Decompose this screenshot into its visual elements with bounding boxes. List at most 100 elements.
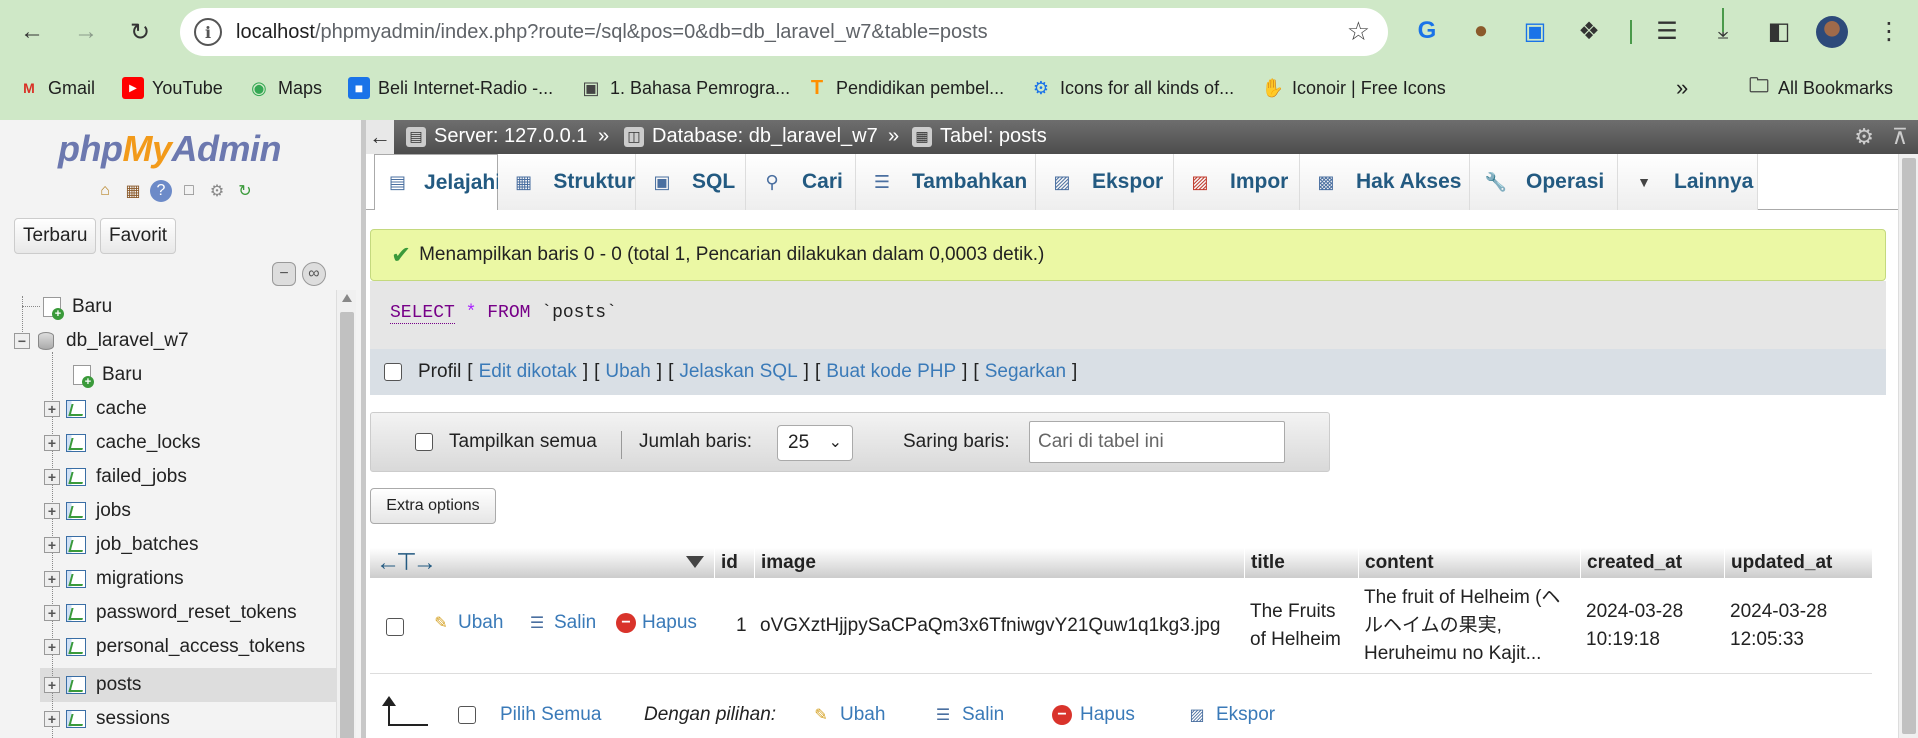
- filter-rows-input[interactable]: Cari di tabel ini: [1029, 421, 1285, 463]
- clipboard-extension-icon[interactable]: ▣: [1518, 14, 1552, 48]
- tab-structure[interactable]: ▦ Struktur: [498, 154, 636, 210]
- tab-more[interactable]: ▼ Lainnya: [1618, 154, 1758, 210]
- cell-content[interactable]: The fruit of Helheim (ヘ ルヘイムの果実, Heruheimu…: [1364, 584, 1560, 668]
- tab-export[interactable]: ▨ Ekspor: [1036, 154, 1174, 210]
- rows-per-page-select[interactable]: 25 ⌄: [777, 425, 853, 461]
- extra-options-button[interactable]: Extra options: [370, 488, 496, 524]
- row-delete-link[interactable]: − Hapus: [616, 612, 697, 634]
- forward-icon[interactable]: →: [68, 14, 104, 50]
- cell-created-at[interactable]: 2024-03-28 10:19:18: [1586, 598, 1683, 654]
- sql-query-display[interactable]: SELECT * FROM `posts`: [370, 281, 1886, 349]
- select-all-checkbox[interactable]: [458, 706, 476, 724]
- row-copy-link[interactable]: ☰ Salin: [526, 612, 596, 634]
- bulk-edit-button[interactable]: ✎ Ubah: [810, 704, 885, 726]
- tab-insert[interactable]: ☰ Tambahkan: [856, 154, 1036, 210]
- column-header-id[interactable]: id: [714, 548, 754, 578]
- expand-node-icon[interactable]: +: [44, 677, 60, 693]
- expand-node-icon[interactable]: +: [44, 503, 60, 519]
- url-text[interactable]: localhost/phpmyadmin/index.php?route=/sq…: [236, 21, 988, 44]
- column-header-title[interactable]: title: [1244, 548, 1358, 578]
- tree-item-new-table[interactable]: Baru: [72, 358, 142, 392]
- expand-node-icon[interactable]: +: [44, 401, 60, 417]
- help-icon[interactable]: ?: [150, 180, 172, 202]
- phpmyadmin-logo[interactable]: phpMyAdmin: [58, 128, 281, 170]
- tab-search[interactable]: ⚲ Cari: [746, 154, 856, 210]
- reload-icon[interactable]: ↻: [122, 14, 158, 50]
- cell-updated-at[interactable]: 2024-03-28 12:05:33: [1730, 598, 1827, 654]
- bookmark-bahasa[interactable]: ▣ 1. Bahasa Pemrogra...: [580, 74, 790, 102]
- panel-resizer[interactable]: [362, 120, 366, 738]
- column-resize-arrows-icon[interactable]: ←⊤→: [376, 548, 437, 577]
- expand-node-icon[interactable]: +: [44, 571, 60, 587]
- bookmark-radio[interactable]: ■ Beli Internet-Radio -...: [348, 74, 553, 102]
- main-scrollbar[interactable]: [1898, 154, 1918, 738]
- expand-node-icon[interactable]: +: [44, 469, 60, 485]
- profile-avatar[interactable]: [1816, 16, 1848, 48]
- bulk-export-button[interactable]: ▨ Ekspor: [1186, 704, 1275, 726]
- column-header-created-at[interactable]: created_at: [1580, 548, 1724, 578]
- bookmark-pendidikan[interactable]: T Pendidikan pembel...: [806, 74, 1004, 102]
- cell-id[interactable]: 1: [736, 612, 747, 640]
- side-panel-icon[interactable]: ◧: [1762, 14, 1796, 48]
- create-php-code-link[interactable]: Buat kode PHP: [826, 361, 956, 383]
- refresh-link[interactable]: Segarkan: [985, 361, 1066, 383]
- bulk-delete-button[interactable]: − Hapus: [1052, 704, 1135, 726]
- cell-title[interactable]: The Fruits of Helheim: [1250, 598, 1341, 654]
- select-all-toggle[interactable]: Pilih Semua: [458, 704, 601, 726]
- profiling-checkbox[interactable]: [384, 363, 402, 381]
- cookie-extension-icon[interactable]: ●: [1464, 14, 1498, 48]
- bookmark-youtube[interactable]: ▶ YouTube: [122, 74, 223, 102]
- tree-item-table[interactable]: + cache_locks: [44, 426, 201, 460]
- settings-gear-icon[interactable]: ⚙: [206, 180, 228, 202]
- menu-kebab-icon[interactable]: ⋮: [1872, 14, 1906, 48]
- tree-item-table[interactable]: + migrations: [44, 562, 184, 596]
- tree-item-table[interactable]: + job_batches: [44, 528, 198, 562]
- site-info-icon[interactable]: i: [194, 18, 222, 46]
- collapse-node-icon[interactable]: −: [14, 333, 30, 349]
- all-bookmarks[interactable]: 🗀 All Bookmarks: [1748, 74, 1893, 102]
- tree-item-table[interactable]: + sessions: [44, 702, 170, 736]
- expand-node-icon[interactable]: +: [44, 435, 60, 451]
- explain-sql-link[interactable]: Jelaskan SQL: [679, 361, 797, 383]
- crumb-table[interactable]: ▦ Tabel: posts: [912, 125, 1047, 148]
- tree-item-table[interactable]: + password_reset_tokens: [44, 596, 297, 630]
- collapse-topbar-icon[interactable]: ⊼: [1892, 124, 1908, 150]
- reload-nav-icon[interactable]: ↻: [234, 180, 256, 202]
- address-bar[interactable]: i localhost/phpmyadmin/index.php?route=/…: [180, 8, 1388, 56]
- tree-item-table[interactable]: + cache: [44, 392, 147, 426]
- nav-scroll-thumb[interactable]: [340, 312, 354, 738]
- main-scroll-thumb[interactable]: [1902, 158, 1916, 734]
- expand-node-icon[interactable]: +: [44, 639, 60, 655]
- tab-recent[interactable]: Terbaru: [14, 218, 97, 254]
- tree-item-table[interactable]: + failed_jobs: [44, 460, 187, 494]
- cell-image[interactable]: oVGXztHjjpySaCPaQm3x6TfniwgvY21Quw1q1kg3…: [760, 612, 1220, 640]
- show-all-checkbox[interactable]: [415, 433, 433, 451]
- expand-node-icon[interactable]: +: [44, 711, 60, 727]
- row-checkbox[interactable]: [386, 618, 404, 636]
- bookmark-maps[interactable]: ◉ Maps: [248, 74, 322, 102]
- tree-item-table[interactable]: + personal_access_tokens: [44, 630, 305, 664]
- tree-item-new-db[interactable]: Baru: [42, 290, 112, 324]
- row-edit-link[interactable]: ✎ Ubah: [430, 612, 503, 634]
- collapse-all-icon[interactable]: −: [272, 262, 296, 286]
- crumb-server[interactable]: ▤ Server: 127.0.0.1: [406, 125, 587, 148]
- bookmark-icons[interactable]: ⚙ Icons for all kinds of...: [1030, 74, 1234, 102]
- nav-scrollbar[interactable]: [336, 290, 356, 738]
- tab-privileges[interactable]: ▩ Hak Akses: [1300, 154, 1470, 210]
- tree-item-database[interactable]: − db_laravel_w7: [14, 324, 189, 358]
- column-options-caret-icon[interactable]: [686, 556, 704, 568]
- column-header-content[interactable]: content: [1358, 548, 1580, 578]
- bookmark-gmail[interactable]: M Gmail: [18, 74, 95, 102]
- bulk-copy-button[interactable]: ☰ Salin: [932, 704, 1004, 726]
- collapse-nav-icon[interactable]: ←: [366, 120, 394, 154]
- link-with-main-icon[interactable]: ∞: [302, 262, 326, 286]
- docs-icon[interactable]: □: [178, 180, 200, 202]
- edit-inline-link[interactable]: Edit dikotak: [479, 361, 577, 383]
- column-header-updated-at[interactable]: updated_at: [1724, 548, 1872, 578]
- extensions-puzzle-icon[interactable]: ❖: [1572, 14, 1606, 48]
- home-icon[interactable]: ⌂: [94, 180, 116, 202]
- scroll-up-icon[interactable]: [342, 294, 352, 302]
- tab-operations[interactable]: 🔧 Operasi: [1470, 154, 1618, 210]
- bookmark-iconoir[interactable]: ✋ Iconoir | Free Icons: [1262, 74, 1446, 102]
- crumb-database[interactable]: ◫ Database: db_laravel_w7: [624, 125, 878, 148]
